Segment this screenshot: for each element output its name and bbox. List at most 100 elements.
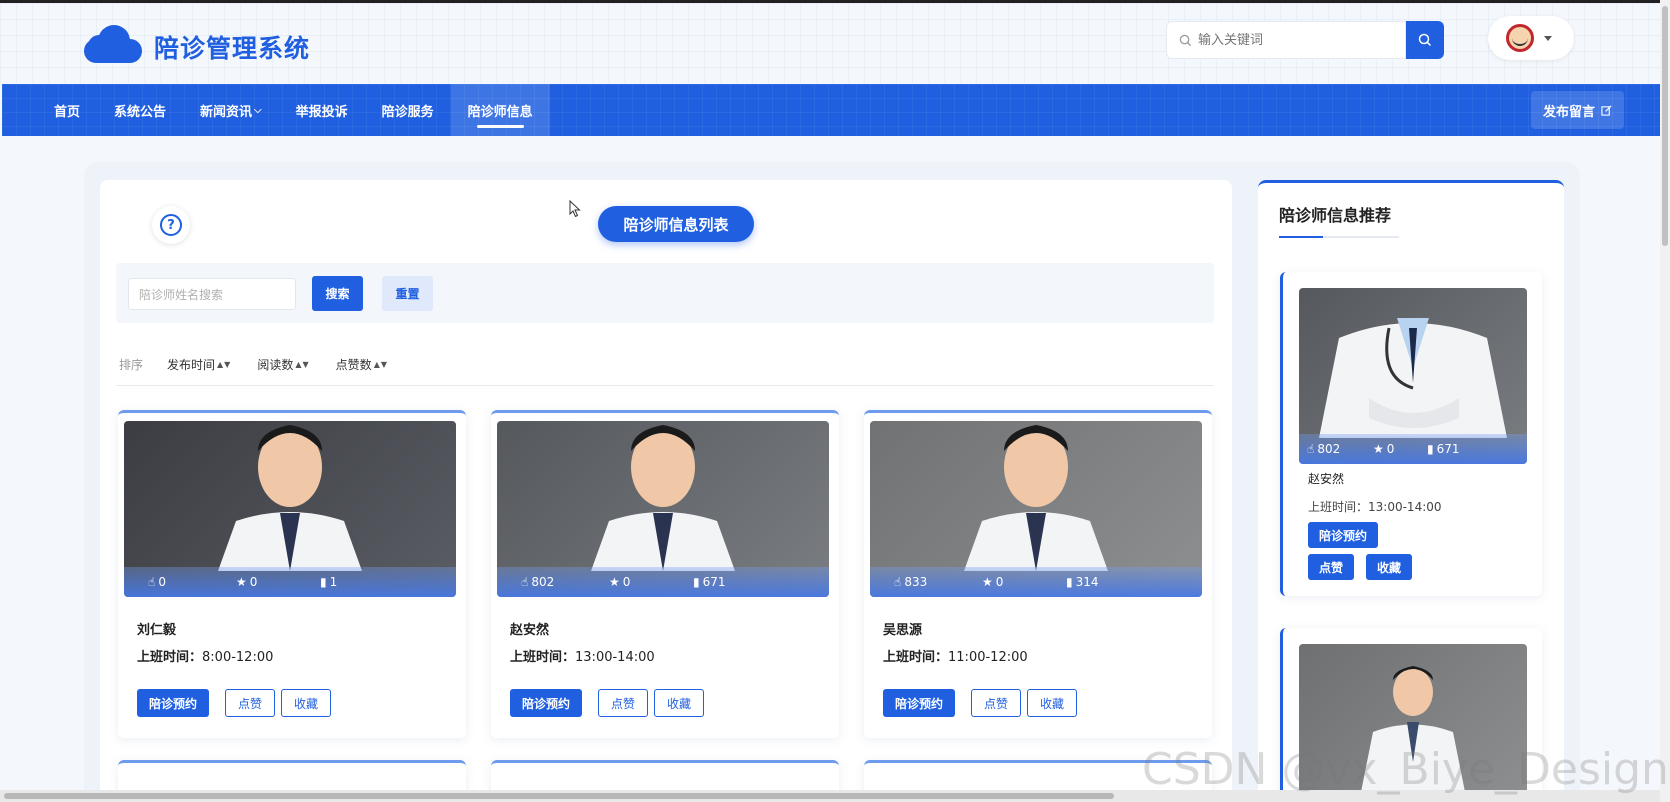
- nav-item-news[interactable]: 新闻资讯 ⌵: [183, 84, 279, 136]
- views-icon: ▮: [320, 575, 327, 589]
- like-button[interactable]: 点赞: [971, 689, 1022, 717]
- sort-option-label: 阅读数: [257, 358, 294, 372]
- escort-card[interactable]: ☝ 833 ★ 0 ▮ 314 吴思源 上班时间：11:00-12:00 陪诊预约 点…: [864, 410, 1212, 738]
- search-icon: [1179, 34, 1192, 46]
- hours-label: 上班时间：: [137, 650, 203, 665]
- watermark: CSDN @vx_Biye_Design: [1142, 744, 1669, 795]
- thumb-icon: ☝: [148, 575, 156, 589]
- book-button[interactable]: 陪诊预约: [510, 689, 583, 717]
- search-icon: [1418, 33, 1432, 47]
- favorite-button[interactable]: 收藏: [1027, 689, 1078, 717]
- keyword-search-field[interactable]: [1166, 21, 1406, 59]
- like-button[interactable]: 点赞: [225, 689, 276, 717]
- stars-stat: ★ 0: [236, 575, 257, 589]
- favorite-button[interactable]: 收藏: [654, 689, 705, 717]
- user-menu[interactable]: [1488, 16, 1574, 60]
- sort-arrows-icon: ▲▼: [217, 360, 232, 369]
- likes-stat: ☝ 0: [148, 575, 166, 589]
- sort-bar: 排序 发布时间 ▲▼ 阅读数 ▲▼ 点赞数 ▲▼: [119, 356, 414, 373]
- escort-photo: ☝ 0 ★ 0 ▮ 1: [124, 421, 456, 597]
- thumb-icon: ☝: [894, 575, 902, 589]
- scrollbar-thumb[interactable]: [1662, 6, 1668, 246]
- card-actions: 陪诊预约 点赞 收藏: [137, 689, 332, 717]
- book-button[interactable]: 陪诊预约: [1308, 522, 1379, 548]
- views-count: 671: [1436, 442, 1460, 456]
- nav-item-announcements[interactable]: 系统公告: [97, 84, 183, 136]
- doctor-figure-icon: [1319, 318, 1507, 438]
- stats-bar: ☝ 802 ★ 0 ▮ 671: [497, 567, 829, 597]
- escort-photo: ☝ 833 ★ 0 ▮ 314: [870, 421, 1202, 597]
- nav-label: 陪诊服务: [381, 104, 434, 120]
- card-actions: 陪诊预约 点赞 收藏: [510, 689, 705, 717]
- search-button[interactable]: 搜索: [312, 276, 363, 311]
- help-button[interactable]: ?: [152, 206, 190, 244]
- working-hours: 上班时间：13:00-14:00: [1308, 498, 1442, 515]
- reset-button[interactable]: 重置: [382, 276, 433, 311]
- doctor-figure-icon: [964, 425, 1108, 571]
- nav-label: 新闻资讯: [200, 104, 253, 120]
- views-count: 1: [329, 575, 338, 589]
- hours-label: 上班时间：: [883, 650, 949, 665]
- nav-label: 首页: [54, 104, 81, 120]
- sort-label: 排序: [119, 358, 144, 372]
- post-message-button[interactable]: 发布留言: [1530, 91, 1624, 129]
- nav-item-services[interactable]: 陪诊服务: [365, 84, 451, 136]
- nav-item-complaints[interactable]: 举报投诉: [279, 84, 365, 136]
- hours-value: 13:00-14:00: [575, 650, 655, 665]
- views-icon: ▮: [1066, 575, 1073, 589]
- avatar: [1506, 24, 1534, 52]
- escort-name-search-input[interactable]: 陪诊师姓名搜索: [128, 278, 296, 310]
- likes-count: 802: [531, 575, 555, 589]
- sort-arrows-icon: ▲▼: [295, 360, 310, 369]
- main-nav: 首页 系统公告 新闻资讯 ⌵ 举报投诉 陪诊服务 陪诊师信息 发布留言: [2, 84, 1660, 136]
- sort-by-publish-time[interactable]: 发布时间 ▲▼: [167, 356, 231, 373]
- sort-by-likes[interactable]: 点赞数 ▲▼: [336, 356, 388, 373]
- likes-stat: ☝ 802: [1307, 442, 1340, 456]
- escort-name: 赵安然: [510, 623, 550, 638]
- stars-count: 0: [1386, 442, 1395, 456]
- escort-name: 刘仁毅: [137, 623, 177, 638]
- nav-item-escorts[interactable]: 陪诊师信息: [450, 84, 550, 136]
- favorite-button[interactable]: 收藏: [281, 689, 332, 717]
- hours-value: 8:00-12:00: [202, 650, 274, 665]
- book-button[interactable]: 陪诊预约: [883, 689, 956, 717]
- escort-name: 赵安然: [1308, 472, 1345, 486]
- star-icon: ★: [1373, 442, 1384, 456]
- stats-bar: ☝ 833 ★ 0 ▮ 314: [870, 567, 1202, 597]
- question-icon: ?: [160, 214, 182, 236]
- hours-value: 13:00-14:00: [1368, 500, 1442, 514]
- keyword-search-input[interactable]: [1198, 32, 1398, 48]
- sort-option-label: 发布时间: [167, 358, 216, 372]
- cloud-logo-icon: [84, 21, 142, 63]
- stars-stat: ★ 0: [982, 575, 1003, 589]
- stars-count: 0: [995, 575, 1004, 589]
- sort-by-views[interactable]: 阅读数 ▲▼: [257, 356, 309, 373]
- chevron-down-icon: ⌵: [254, 104, 262, 116]
- like-button[interactable]: 点赞: [1308, 554, 1355, 580]
- escort-card[interactable]: ☝ 802 ★ 0 ▮ 671 赵安然 上班时间：13:00-14:00 陪诊预约 点…: [491, 410, 839, 738]
- doctor-figure-icon: [591, 425, 735, 571]
- star-icon: ★: [609, 575, 620, 589]
- stats-bar: ☝ 802 ★ 0 ▮ 671: [1299, 434, 1527, 464]
- likes-count: 0: [158, 575, 166, 589]
- views-count: 314: [1075, 575, 1099, 589]
- horizontal-scrollbar-thumb[interactable]: [4, 793, 1114, 799]
- stats-bar: ☝ 0 ★ 0 ▮ 1: [124, 567, 456, 597]
- nav-item-home[interactable]: 首页: [37, 84, 97, 136]
- thumb-icon: ☝: [1307, 442, 1315, 456]
- stars-stat: ★ 0: [609, 575, 630, 589]
- views-stat: ▮ 671: [1427, 442, 1460, 456]
- favorite-button[interactable]: 收藏: [1366, 554, 1413, 580]
- hours-label: 上班时间：: [1308, 500, 1369, 514]
- views-stat: ▮ 1: [320, 575, 337, 589]
- like-button[interactable]: 点赞: [598, 689, 649, 717]
- post-message-label: 发布留言: [1542, 104, 1595, 120]
- recommend-card[interactable]: ☝ 802 ★ 0 ▮ 671 赵安然 上班时间：13:00-14:00 陪诊预约 点…: [1280, 272, 1542, 596]
- book-button[interactable]: 陪诊预约: [137, 689, 210, 717]
- title-underline: [1279, 236, 1399, 238]
- top-header: 陪诊管理系统: [0, 3, 1660, 83]
- views-count: 671: [702, 575, 726, 589]
- escort-card[interactable]: ☝ 0 ★ 0 ▮ 1 刘仁毅 上班时间：8:00-12:00 陪诊预约 点赞 收藏: [118, 410, 466, 738]
- keyword-search-button[interactable]: [1406, 21, 1444, 59]
- nav-label: 陪诊师信息: [467, 104, 533, 120]
